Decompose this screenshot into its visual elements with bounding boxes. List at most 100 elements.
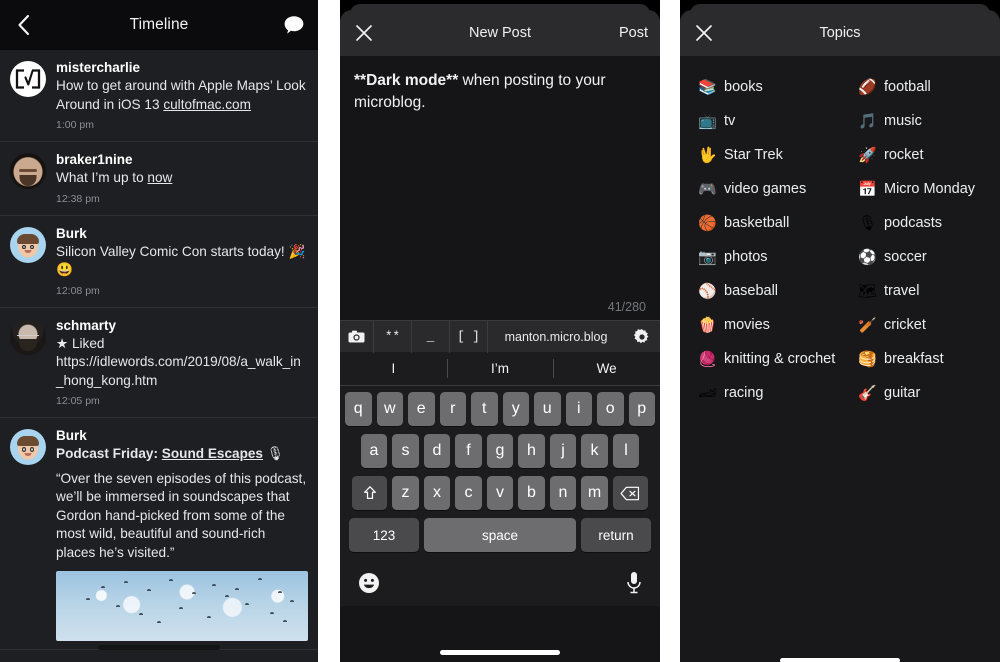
- topic-emoji-icon: 🏈: [858, 78, 877, 96]
- key-b[interactable]: b: [518, 476, 545, 510]
- timeline-post-row[interactable]: schmarty ★ Liked https://idlewords.com/2…: [0, 307, 318, 418]
- topic-item[interactable]: 🎙 podcasts: [840, 206, 1000, 240]
- topic-item[interactable]: 🏀 basketball: [680, 206, 840, 240]
- topic-label: rocket: [884, 147, 924, 163]
- numbers-key[interactable]: 123: [349, 518, 419, 552]
- software-keyboard[interactable]: I I’m We q w e r t y u i o p a s d f g h…: [340, 352, 660, 606]
- post-username[interactable]: Burk: [56, 427, 308, 445]
- topic-item[interactable]: 🗺 travel: [840, 274, 1000, 308]
- space-key[interactable]: space: [424, 518, 576, 552]
- key-k[interactable]: k: [581, 434, 608, 468]
- topic-item[interactable]: 🎮 video games: [680, 172, 840, 206]
- key-t[interactable]: t: [471, 392, 498, 426]
- post-text-input[interactable]: **Dark mode** when posting to your micro…: [354, 70, 646, 114]
- post-text-plain: What I’m up to: [56, 170, 148, 185]
- key-v[interactable]: v: [486, 476, 514, 510]
- compose-button[interactable]: [280, 11, 308, 39]
- blog-domain-label[interactable]: manton.micro.blog: [488, 330, 624, 344]
- key-p[interactable]: p: [628, 392, 655, 426]
- shift-key[interactable]: [352, 476, 388, 510]
- topic-item[interactable]: 🏏 cricket: [840, 308, 1000, 342]
- page-title: New Post: [468, 25, 532, 41]
- sky-with-birds-photo[interactable]: [56, 571, 308, 641]
- close-button[interactable]: [352, 21, 376, 45]
- key-h[interactable]: h: [518, 434, 545, 468]
- key-z[interactable]: z: [392, 476, 419, 510]
- avatar[interactable]: [10, 153, 46, 189]
- delete-key[interactable]: [612, 476, 648, 510]
- topic-item[interactable]: 🎸 guitar: [840, 376, 1000, 410]
- settings-button[interactable]: [624, 328, 660, 345]
- post-link[interactable]: cultofmac.com: [163, 97, 251, 112]
- post-editor[interactable]: **Dark mode** when posting to your micro…: [340, 56, 660, 320]
- key-m[interactable]: m: [581, 476, 608, 510]
- close-button[interactable]: [692, 21, 716, 45]
- topic-item[interactable]: 🏈 football: [840, 70, 1000, 104]
- key-l[interactable]: l: [612, 434, 640, 468]
- prediction-1[interactable]: I’m: [446, 352, 554, 385]
- post-button[interactable]: Post: [619, 25, 648, 41]
- key-r[interactable]: r: [439, 392, 466, 426]
- topic-item[interactable]: 📺 tv: [680, 104, 840, 138]
- key-c[interactable]: c: [455, 476, 482, 510]
- avatar[interactable]: [10, 318, 46, 355]
- camera-button[interactable]: [340, 320, 374, 353]
- timeline-post-row[interactable]: Burk Silicon Valley Comic Con starts tod…: [0, 215, 318, 308]
- timeline-post-row[interactable]: Burk Podcast Friday: Sound Escapes 🎙 “Ov…: [0, 418, 318, 650]
- topic-item[interactable]: 🥞 breakfast: [840, 342, 1000, 376]
- prediction-2[interactable]: We: [553, 352, 660, 385]
- topic-item[interactable]: 🎵 music: [840, 104, 1000, 138]
- topic-item[interactable]: 📅 Micro Monday: [840, 172, 1000, 206]
- key-q[interactable]: q: [345, 392, 372, 426]
- key-a[interactable]: a: [360, 434, 388, 468]
- timeline-post-row[interactable]: mistercharlie How to get around with App…: [0, 50, 318, 142]
- post-username[interactable]: Burk: [56, 225, 308, 243]
- post-body: schmarty ★ Liked https://idlewords.com/2…: [56, 317, 308, 410]
- key-d[interactable]: d: [423, 434, 451, 468]
- return-key[interactable]: return: [581, 518, 651, 552]
- post-link[interactable]: now: [147, 170, 172, 185]
- speech-bubble-icon: [284, 16, 304, 34]
- key-s[interactable]: s: [392, 434, 419, 468]
- key-n[interactable]: n: [549, 476, 577, 510]
- italic-underscore-button[interactable]: _: [412, 320, 450, 353]
- dictation-button[interactable]: [626, 571, 642, 595]
- key-g[interactable]: g: [486, 434, 514, 468]
- avatar[interactable]: [10, 226, 46, 263]
- key-y[interactable]: y: [502, 392, 529, 426]
- back-button[interactable]: [10, 12, 36, 38]
- topic-item[interactable]: 📚 books: [680, 70, 840, 104]
- post-username[interactable]: mistercharlie: [56, 59, 308, 77]
- key-x[interactable]: x: [423, 476, 451, 510]
- topic-item[interactable]: 📷 photos: [680, 240, 840, 274]
- post-timestamp: 1:00 pm: [56, 119, 94, 131]
- timeline-list[interactable]: mistercharlie How to get around with App…: [0, 50, 318, 662]
- post-link[interactable]: Sound Escapes: [162, 446, 263, 461]
- topic-item[interactable]: 🏎 racing: [680, 376, 840, 410]
- avatar[interactable]: [10, 61, 46, 97]
- delete-icon: [620, 486, 640, 500]
- topic-item[interactable]: 🚀 rocket: [840, 138, 1000, 172]
- post-username[interactable]: schmarty: [56, 317, 308, 335]
- topic-emoji-icon: 📷: [698, 248, 717, 266]
- key-e[interactable]: e: [408, 392, 435, 426]
- topic-item[interactable]: ⚾ baseball: [680, 274, 840, 308]
- link-brackets-button[interactable]: [ ]: [450, 320, 488, 353]
- topic-item[interactable]: 🧶 knitting & crochet: [680, 342, 840, 376]
- prediction-0[interactable]: I: [340, 352, 447, 385]
- avatar[interactable]: [10, 429, 46, 465]
- emoji-button[interactable]: [358, 572, 380, 594]
- post-username[interactable]: braker1nine: [56, 151, 308, 169]
- key-i[interactable]: i: [565, 392, 592, 426]
- key-w[interactable]: w: [376, 392, 403, 426]
- keyboard-row-2: a s d f g h j k l: [342, 434, 658, 468]
- key-j[interactable]: j: [549, 434, 577, 468]
- key-f[interactable]: f: [455, 434, 482, 468]
- timeline-post-row[interactable]: braker1nine What I’m up to now 12:38 pm: [0, 142, 318, 216]
- key-o[interactable]: o: [597, 392, 624, 426]
- topic-item[interactable]: 🍿 movies: [680, 308, 840, 342]
- bold-button[interactable]: **: [374, 320, 412, 353]
- key-u[interactable]: u: [534, 392, 561, 426]
- topic-item[interactable]: 🖖 Star Trek: [680, 138, 840, 172]
- topic-item[interactable]: ⚽ soccer: [840, 240, 1000, 274]
